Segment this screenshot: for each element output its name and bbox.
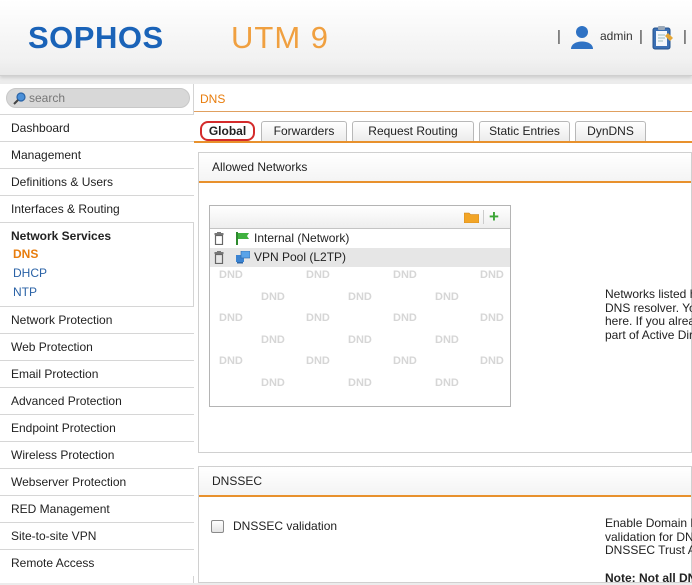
tab-request-routing[interactable]: Request Routing — [352, 121, 474, 141]
list-item[interactable]: VPN Pool (L2TP) — [210, 248, 510, 267]
sidebar-group-network-services: Network ServicesDNSDHCPNTP — [0, 222, 194, 306]
dnd-watermark: DND — [393, 312, 417, 324]
breadcrumb-item[interactable]: DNS — [200, 92, 225, 106]
network-name: VPN Pool (L2TP) — [254, 248, 346, 267]
tab-static-entries[interactable]: Static Entries — [479, 121, 570, 141]
help-text-line: part of Active Dir — [605, 329, 692, 343]
dnd-watermark: DND — [261, 334, 285, 346]
help-text-line: here. If you alrea — [605, 315, 692, 329]
sidebar-item-advanced-protection[interactable]: Advanced Protection — [0, 387, 194, 414]
dnd-watermark: DND — [348, 334, 372, 346]
search-box — [6, 88, 190, 108]
sidebar-item-management[interactable]: Management — [0, 141, 194, 168]
dnd-watermark: DND — [219, 312, 243, 324]
main-content: DNS Global Forwarders Request Routing St… — [194, 84, 692, 583]
sidebar-item-endpoint-protection[interactable]: Endpoint Protection — [0, 414, 194, 441]
app-header: SOPHOS UTM 9 | admin | | — [0, 0, 692, 76]
dnd-watermark: DND — [480, 269, 504, 281]
sidebar: DashboardManagementDefinitions & UsersIn… — [0, 84, 194, 583]
tab-divider — [194, 141, 692, 143]
sophos-logo: SOPHOS — [28, 20, 164, 56]
sidebar-item-email-protection[interactable]: Email Protection — [0, 360, 194, 387]
help-text-line: DNS resolver. Yo — [605, 302, 692, 316]
help-text-line: Networks listed h — [605, 288, 692, 302]
dnd-watermark: DND — [393, 355, 417, 367]
allowed-networks-title: Allowed Networks — [199, 153, 691, 183]
dnd-watermark: DND — [480, 355, 504, 367]
header-separator: | — [683, 28, 687, 45]
sidebar-item-network-protection[interactable]: Network Protection — [0, 306, 194, 333]
sidebar-subitem-dns[interactable]: DNS — [11, 245, 194, 264]
tab-global[interactable]: Global — [200, 121, 255, 141]
dnd-watermark: DND — [435, 291, 459, 303]
network-icon — [236, 232, 250, 245]
tab-dyndns[interactable]: DynDNS — [575, 121, 646, 141]
sidebar-item-web-protection[interactable]: Web Protection — [0, 333, 194, 360]
drag-drop-area[interactable]: DND DND DND DND DND DND DND DND DND DND DND DND DND D… — [210, 269, 510, 399]
add-plus-icon[interactable]: + — [489, 207, 499, 227]
dnd-watermark: DND — [348, 291, 372, 303]
dnd-watermark: DND — [261, 291, 285, 303]
dnssec-validation-checkbox[interactable] — [211, 520, 224, 533]
dnssec-title: DNSSEC — [199, 467, 691, 497]
toolbar-divider — [483, 210, 484, 224]
sidebar-item-interfaces-and-routing[interactable]: Interfaces & Routing — [0, 195, 194, 222]
dnd-watermark: DND — [306, 269, 330, 281]
sidebar-item-red-management[interactable]: RED Management — [0, 495, 194, 522]
dnd-watermark: DND — [261, 377, 285, 389]
breadcrumb: DNS — [194, 84, 692, 112]
sidebar-item-network-services[interactable]: Network Services — [11, 227, 194, 245]
network-name: Internal (Network) — [254, 229, 349, 248]
dnd-watermark: DND — [435, 334, 459, 346]
dnd-watermark: DND — [219, 269, 243, 281]
product-name: UTM 9 — [231, 20, 329, 56]
sidebar-item-remote-access[interactable]: Remote Access — [0, 549, 194, 576]
vpn-pool-icon — [236, 251, 250, 264]
allowed-networks-help: Networks listed hDNS resolver. Yohere. I… — [605, 288, 692, 342]
list-toolbar: + — [210, 206, 510, 229]
dnd-watermark: DND — [435, 377, 459, 389]
allowed-networks-section: Allowed Networks + Internal — [198, 152, 692, 453]
dnssec-validation-label[interactable]: DNSSEC validation — [233, 519, 337, 533]
dnd-watermark: DND — [480, 312, 504, 324]
help-text-line: Enable Domain N — [605, 517, 692, 531]
sidebar-item-dashboard[interactable]: Dashboard — [0, 114, 194, 141]
dnd-watermark: DND — [219, 355, 243, 367]
help-text-line: DNSSEC Trust A — [605, 544, 692, 558]
sidebar-item-definitions-and-users[interactable]: Definitions & Users — [0, 168, 194, 195]
sidebar-item-webserver-protection[interactable]: Webserver Protection — [0, 468, 194, 495]
search-input[interactable] — [29, 90, 179, 106]
tab-forwarders[interactable]: Forwarders — [261, 121, 347, 141]
trash-icon[interactable] — [214, 251, 224, 264]
clipboard-icon[interactable] — [652, 25, 674, 51]
header-separator: | — [639, 28, 643, 45]
user-icon[interactable] — [570, 25, 594, 49]
dnd-watermark: DND — [348, 377, 372, 389]
search-icon — [13, 92, 26, 105]
sidebar-subitem-ntp[interactable]: NTP — [11, 283, 194, 302]
list-item[interactable]: Internal (Network) — [210, 229, 510, 248]
user-name-link[interactable]: admin — [600, 29, 633, 43]
trash-icon[interactable] — [214, 232, 224, 245]
dnd-watermark: DND — [306, 355, 330, 367]
dnd-watermark: DND — [393, 269, 417, 281]
dnd-watermark: DND — [306, 312, 330, 324]
nav-menu: DashboardManagementDefinitions & UsersIn… — [0, 114, 194, 576]
dnssec-help: Enable Domain Nvalidation for DNDNSSEC T… — [605, 517, 692, 585]
help-text-line: validation for DN — [605, 531, 692, 545]
folder-icon[interactable] — [464, 211, 479, 223]
sidebar-item-site-to-site-vpn[interactable]: Site-to-site VPN — [0, 522, 194, 549]
dnssec-section: DNSSEC DNSSEC validation Enable Domain N… — [198, 466, 692, 583]
sidebar-item-wireless-protection[interactable]: Wireless Protection — [0, 441, 194, 468]
header-separator: | — [557, 28, 561, 45]
sidebar-subitem-dhcp[interactable]: DHCP — [11, 264, 194, 283]
allowed-networks-list[interactable]: + Internal (Network) — [209, 205, 511, 407]
